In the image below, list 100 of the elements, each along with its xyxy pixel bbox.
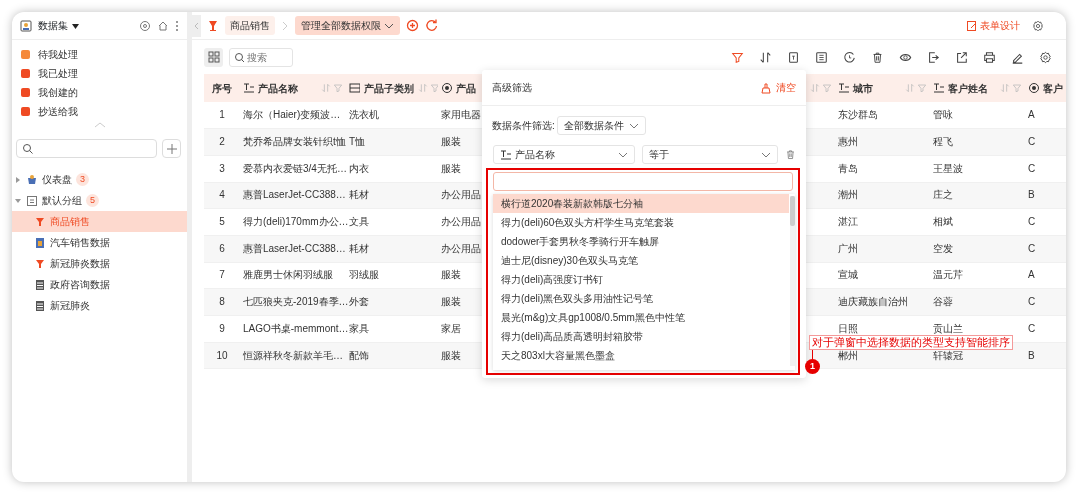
tree-group[interactable]: 默认分组 5 bbox=[12, 190, 187, 211]
scrollbar[interactable] bbox=[790, 196, 795, 366]
table-cell: 相斌 bbox=[930, 208, 1025, 236]
back-button[interactable] bbox=[192, 14, 201, 37]
annotation-label: 对于弹窗中选择数据的类型支持智能排序 bbox=[809, 335, 1013, 350]
table-cell: 梵乔希品牌女装针织t恤 bbox=[240, 128, 346, 156]
form-design-button[interactable]: 表单设计 bbox=[965, 18, 1020, 33]
table-cell: 4 bbox=[204, 182, 240, 209]
dropdown-option[interactable]: 得力(deli)高强度订书钉 bbox=[493, 270, 789, 289]
chevron-down-icon bbox=[384, 21, 394, 30]
table-cell: T恤 bbox=[346, 128, 438, 156]
task-item[interactable]: 待我处理 bbox=[12, 45, 187, 64]
table-cell: C bbox=[1025, 235, 1066, 263]
document-icon[interactable] bbox=[786, 50, 800, 64]
table-cell: 惠普LaserJet-CC388… bbox=[240, 235, 346, 263]
search-field[interactable]: 搜索 bbox=[229, 47, 293, 67]
text-field-icon bbox=[243, 82, 254, 94]
table-cell: 5 bbox=[204, 208, 240, 236]
tree-item[interactable]: 汽车销售数据 bbox=[12, 232, 187, 253]
refresh-icon[interactable] bbox=[425, 19, 438, 32]
field-type-icon bbox=[349, 82, 360, 94]
chevron-icon bbox=[281, 20, 289, 31]
dropdown-option[interactable]: 横行道2020春装新款韩版七分袖 bbox=[493, 194, 789, 213]
home-icon[interactable] bbox=[157, 19, 169, 32]
clock-icon[interactable] bbox=[842, 50, 856, 64]
field-select[interactable]: 产品名称 bbox=[493, 145, 635, 164]
list-icon[interactable] bbox=[814, 50, 828, 64]
tree-group[interactable]: 仪表盘 3 bbox=[12, 169, 187, 190]
table-cell: 谷蓉 bbox=[930, 288, 1025, 316]
table-cell: 文具 bbox=[346, 208, 438, 236]
form-icon bbox=[34, 236, 46, 249]
sort-icon[interactable] bbox=[758, 50, 772, 64]
table-cell: 迪庆藏族自治州 bbox=[835, 288, 930, 316]
caret-icon bbox=[70, 21, 80, 30]
task-item[interactable]: 我已处理 bbox=[12, 64, 187, 83]
table-cell: 惠普LaserJet-CC388… bbox=[240, 182, 346, 209]
tree-item[interactable]: 新冠肺炎 bbox=[12, 295, 187, 316]
table-cell: 温元芹 bbox=[930, 262, 1025, 289]
table-cell: 管咏 bbox=[930, 102, 1025, 129]
table-cell: 东沙群岛 bbox=[835, 102, 930, 129]
text-field-icon bbox=[500, 148, 511, 161]
table-cell: 庄之 bbox=[930, 182, 1025, 209]
table-cell: 恒源祥秋冬新款羊毛… bbox=[240, 342, 346, 369]
view-dropdown[interactable]: 管理全部数据权限 bbox=[295, 16, 400, 35]
dropdown-option[interactable]: 天之803xl大容量黑色墨盒 bbox=[493, 346, 789, 365]
collapse-icon[interactable] bbox=[93, 121, 106, 129]
group-label: 仪表盘 bbox=[42, 173, 72, 187]
clear-button[interactable]: 清空 bbox=[760, 80, 796, 95]
popup-title: 高级筛选 bbox=[492, 81, 532, 95]
folder-icon bbox=[26, 194, 38, 207]
export-icon[interactable] bbox=[954, 50, 968, 64]
dropdown-option[interactable]: 得力(deli)60色双头方杆学生马克笔套装 bbox=[493, 213, 789, 232]
table-cell: 湛江 bbox=[835, 208, 930, 236]
table-cell: C bbox=[1025, 288, 1066, 316]
table-cell: 1 bbox=[204, 102, 240, 129]
table-cell: 8 bbox=[204, 288, 240, 316]
table-cell: C bbox=[1025, 208, 1066, 236]
table-cell: C bbox=[1025, 128, 1066, 156]
text-field-icon bbox=[933, 82, 944, 94]
input-field[interactable] bbox=[493, 172, 793, 191]
settings-icon[interactable] bbox=[1038, 50, 1052, 64]
more-icon[interactable] bbox=[175, 19, 179, 32]
table-cell: 雅鹿男士休闲羽绒服 bbox=[240, 262, 346, 289]
condition-select[interactable]: 全部数据条件 bbox=[557, 116, 647, 135]
table-cell: 海尔（Haier)变频波… bbox=[240, 102, 346, 129]
import-icon[interactable] bbox=[926, 50, 940, 64]
expand-arrow-icon[interactable] bbox=[14, 175, 22, 184]
search-field[interactable] bbox=[16, 139, 157, 158]
filter-icon[interactable] bbox=[730, 50, 744, 64]
target-icon[interactable] bbox=[139, 19, 151, 32]
table-cell: 耗材 bbox=[346, 182, 438, 209]
leader-line bbox=[812, 350, 813, 359]
search-icon bbox=[22, 143, 33, 154]
tree-item[interactable]: 新冠肺炎数据 bbox=[12, 253, 187, 274]
table-cell: 惠州 bbox=[835, 128, 930, 156]
dataset-dropdown[interactable]: 数据集 bbox=[38, 18, 80, 33]
table-cell: 9 bbox=[204, 315, 240, 343]
expand-arrow-icon[interactable] bbox=[14, 196, 22, 205]
task-item[interactable]: 我创建的 bbox=[12, 83, 187, 102]
table-cell: 2 bbox=[204, 128, 240, 156]
search-icon bbox=[234, 51, 244, 62]
table-cell: 潮州 bbox=[835, 182, 930, 209]
tree-item[interactable]: 政府咨询数据 bbox=[12, 274, 187, 295]
table-cell: A bbox=[1025, 102, 1066, 129]
column-header[interactable]: 序号 bbox=[204, 74, 240, 102]
table-cell: 7 bbox=[204, 262, 240, 289]
chevron-down-icon bbox=[617, 150, 628, 159]
breadcrumb-item[interactable]: 商品销售 bbox=[225, 16, 275, 35]
dropdown-option[interactable]: 得力(deli)黑色双头多用油性记号笔 bbox=[493, 289, 789, 308]
add-icon[interactable] bbox=[406, 19, 419, 32]
edit-icon bbox=[965, 19, 978, 32]
table-cell: B bbox=[1025, 182, 1066, 209]
operator-select[interactable]: 等于 bbox=[641, 145, 778, 164]
settings-icon[interactable] bbox=[1032, 19, 1044, 32]
printer-icon[interactable] bbox=[982, 50, 996, 64]
task-item[interactable]: 抄送给我 bbox=[12, 102, 187, 121]
add-button[interactable] bbox=[162, 139, 181, 158]
table-cell: B bbox=[1025, 342, 1066, 369]
grid-view-button[interactable] bbox=[204, 47, 223, 67]
column-header[interactable]: 客户 bbox=[1025, 74, 1066, 102]
